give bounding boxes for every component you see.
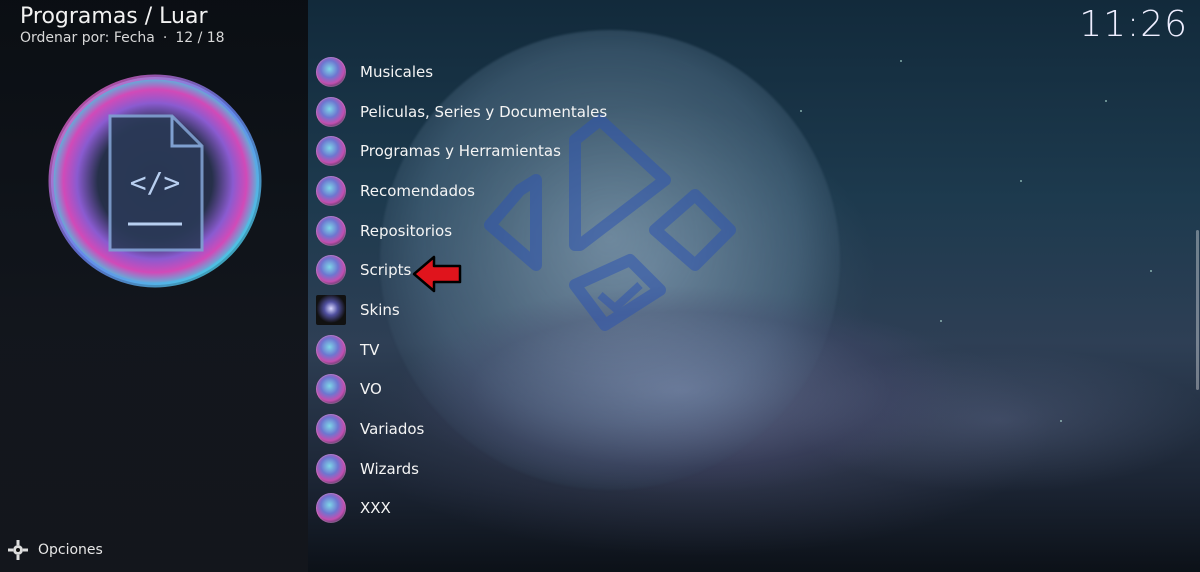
gear-icon: [8, 540, 28, 560]
list-item-scripts[interactable]: Scripts: [310, 250, 830, 290]
options-label: Opciones: [38, 542, 103, 558]
list-item-label: Programas y Herramientas: [360, 142, 561, 161]
separator-dot: ·: [162, 30, 168, 46]
svg-text:</>: </>: [130, 166, 181, 199]
list-item-label: Scripts: [360, 261, 412, 280]
clock: 11:26: [1079, 4, 1188, 45]
list-item-label: Repositorios: [360, 221, 453, 240]
list-item-label: XXX: [360, 499, 391, 518]
list-item-label: VO: [360, 380, 382, 399]
list-item-recomendados[interactable]: Recomendados: [310, 171, 830, 211]
addon-round-icon: [316, 136, 346, 167]
list-item-musicales[interactable]: Musicales: [310, 52, 830, 92]
list-item-label: Skins: [360, 300, 400, 319]
list-item-programas[interactable]: Programas y Herramientas: [310, 131, 830, 171]
list-item-wizards[interactable]: Wizards: [310, 449, 830, 489]
addon-round-icon: [316, 374, 346, 405]
breadcrumb-title: Programas / Luar: [20, 4, 208, 29]
list-item-label: Recomendados: [360, 181, 475, 200]
folder-list: Musicales Peliculas, Series y Documental…: [310, 52, 830, 528]
options-button[interactable]: Opciones: [8, 540, 103, 560]
list-item-label: Musicales: [360, 62, 434, 81]
scrollbar[interactable]: [1196, 230, 1199, 390]
addon-round-icon: [316, 334, 346, 365]
red-arrow-annotation-icon: [412, 255, 462, 293]
addon-round-icon: [316, 493, 346, 524]
addon-round-icon: [316, 96, 346, 127]
addon-round-icon: [316, 255, 346, 286]
addon-round-icon: [316, 215, 346, 246]
addon-round-icon: [316, 56, 346, 87]
list-item-xxx[interactable]: XXX: [310, 489, 830, 529]
item-position: 12 / 18: [175, 30, 225, 46]
skin-thumbnail-icon: [316, 294, 346, 325]
list-item-label: Peliculas, Series y Documentales: [360, 102, 608, 121]
left-info-panel: Programas / Luar Ordenar por: Fecha · 12 /…: [0, 0, 308, 572]
list-item-tv[interactable]: TV: [310, 330, 830, 370]
list-item-skins[interactable]: Skins: [310, 290, 830, 330]
addon-round-icon: [316, 414, 346, 445]
list-item-label: Wizards: [360, 459, 419, 478]
sort-label: Ordenar por: Fecha: [20, 30, 155, 46]
list-item-peliculas[interactable]: Peliculas, Series y Documentales: [310, 92, 830, 132]
list-item-vo[interactable]: VO: [310, 370, 830, 410]
list-item-label: TV: [360, 340, 380, 359]
list-item-variados[interactable]: Variados: [310, 409, 830, 449]
addon-round-icon: [316, 175, 346, 206]
list-item-label: Variados: [360, 420, 425, 439]
selected-item-thumbnail: </>: [48, 74, 262, 288]
list-item-repositorios[interactable]: Repositorios: [310, 211, 830, 251]
addon-round-icon: [316, 453, 346, 484]
sort-info: Ordenar por: Fecha · 12 / 18: [20, 30, 225, 46]
